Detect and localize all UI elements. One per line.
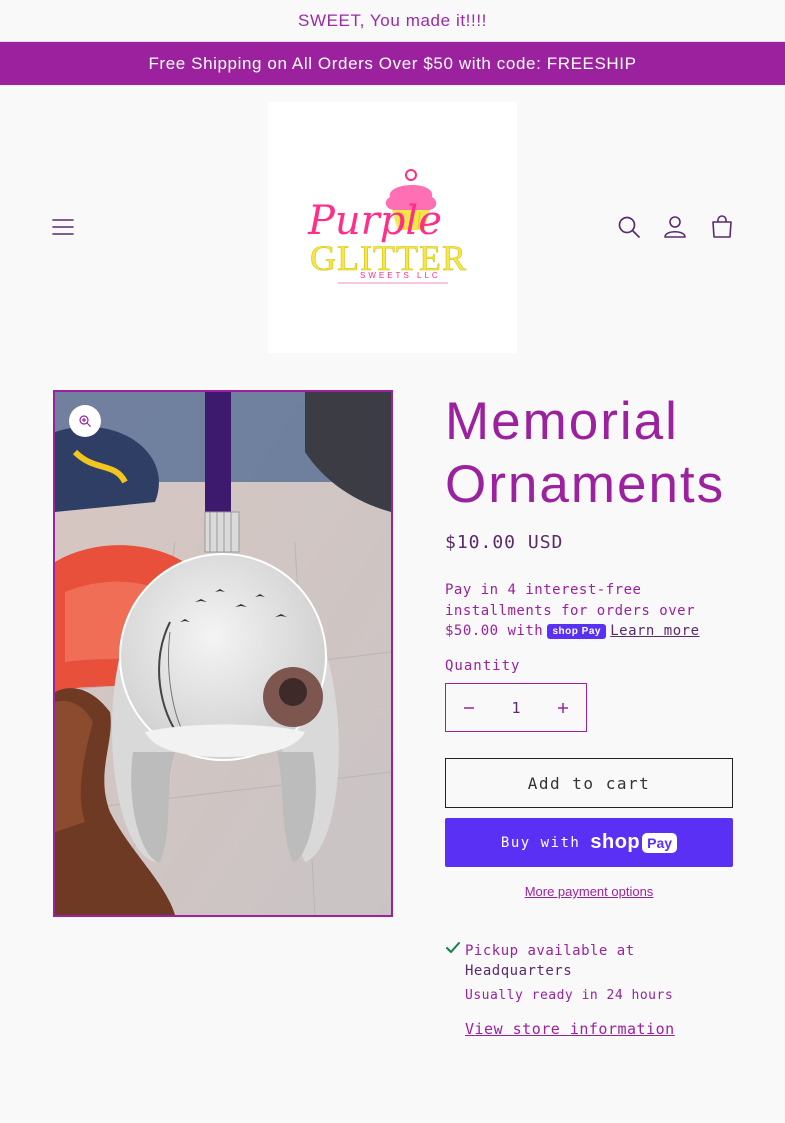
logo-sub: SWEETS LLC [360, 271, 441, 280]
quantity-decrease-button[interactable] [446, 684, 492, 731]
view-store-information-link[interactable]: View store information [465, 1020, 675, 1038]
quantity-input[interactable] [492, 698, 540, 717]
quantity-stepper [445, 683, 587, 732]
announcement-top-text: SWEET, You made it!!!! [298, 10, 487, 30]
menu-icon[interactable] [48, 212, 78, 242]
account-icon[interactable] [660, 212, 690, 242]
add-to-cart-button[interactable]: Add to cart [445, 758, 733, 808]
cart-icon[interactable] [707, 212, 737, 242]
product-image[interactable] [53, 390, 393, 917]
installments-info: Pay in 4 interest-free installments for … [445, 580, 735, 642]
shop-word: shop [590, 831, 641, 853]
plus-icon [558, 702, 568, 713]
minus-icon [464, 706, 474, 709]
search-icon[interactable] [614, 212, 644, 242]
quantity-label: Quantity [445, 658, 521, 674]
zoom-button[interactable] [69, 405, 101, 437]
announcement-bar: Free Shipping on All Orders Over $50 wit… [0, 42, 785, 85]
pickup-location: Headquarters [465, 963, 573, 979]
shop-pay-badge: shop Pay [547, 623, 607, 639]
store-logo[interactable]: Purple GLITTER SWEETS LLC [268, 102, 517, 353]
check-icon [445, 940, 461, 956]
learn-more-link[interactable]: Learn more [610, 623, 699, 639]
more-payment-options-link[interactable]: More payment options [445, 884, 733, 899]
product-title: Memorial Ornaments [445, 392, 726, 514]
pickup-available-text: Pickup available at [465, 943, 635, 959]
shop-pay-logo: shop Pay [590, 831, 678, 854]
buy-with-label: Buy with [500, 834, 581, 851]
product-price: $10.00 USD [445, 532, 564, 553]
pay-word: Pay [642, 832, 678, 853]
pickup-ready-text: Usually ready in 24 hours [465, 988, 674, 1003]
buy-with-shop-pay-button[interactable]: Buy with shop Pay [445, 818, 733, 867]
announcement-bar-text: Free Shipping on All Orders Over $50 wit… [148, 53, 637, 73]
pickup-availability: Pickup available at Headquarters [465, 941, 725, 981]
quantity-increase-button[interactable] [540, 684, 586, 731]
zoom-icon [79, 415, 91, 427]
announcement-top: SWEET, You made it!!!! [0, 0, 785, 42]
